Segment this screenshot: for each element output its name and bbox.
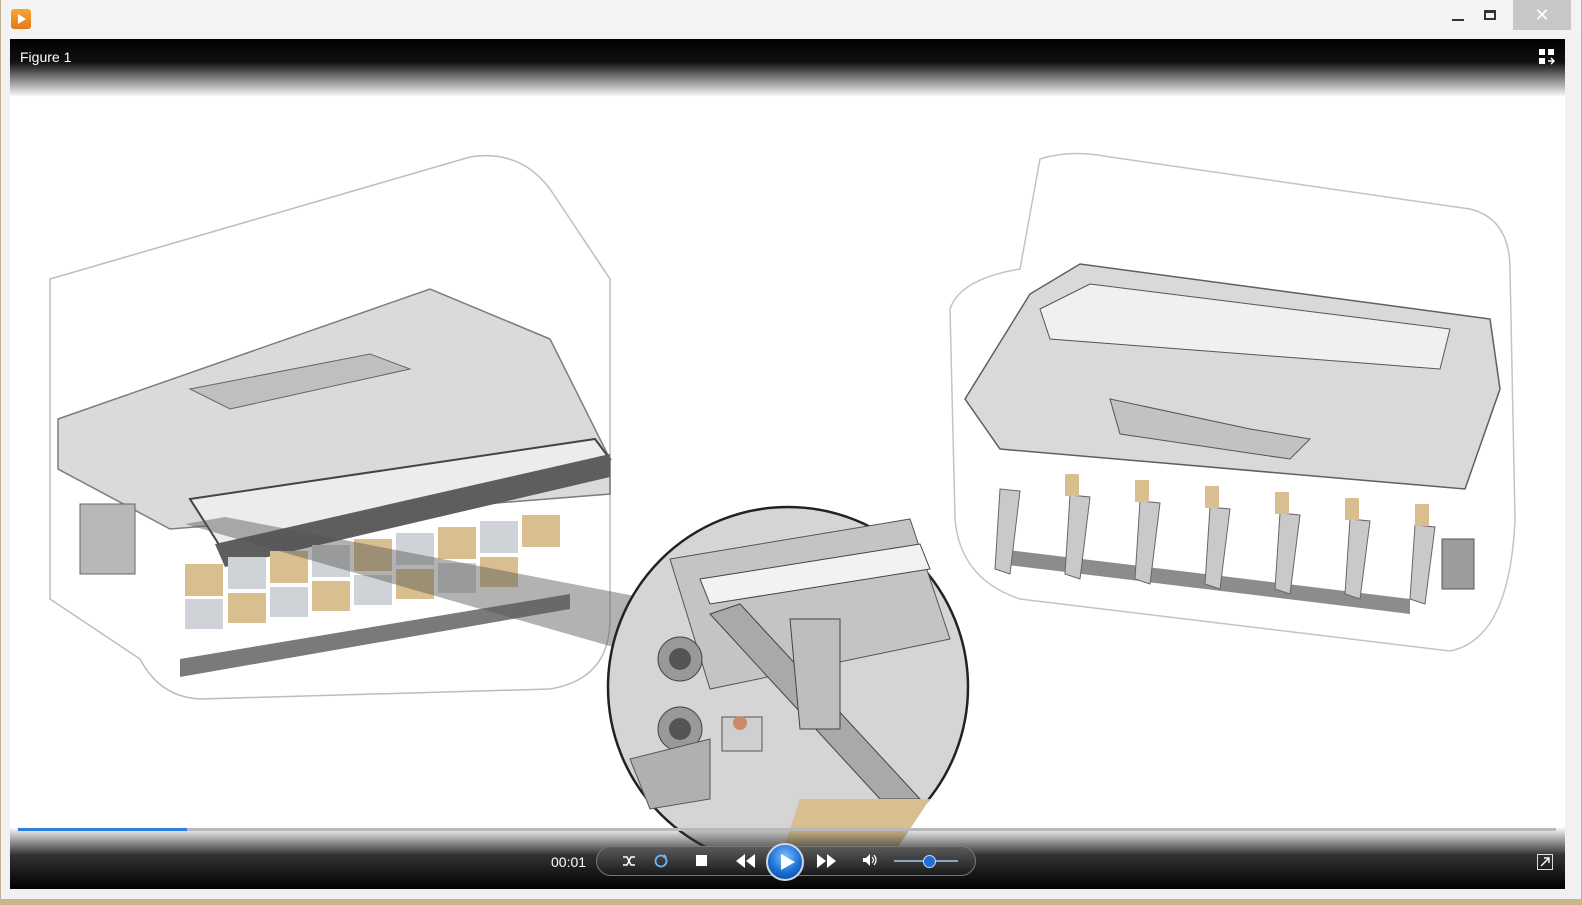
zoom-detail-circle	[606, 505, 970, 869]
maximize-icon	[1484, 9, 1496, 20]
shuffle-icon[interactable]	[622, 854, 636, 868]
seek-bar[interactable]	[18, 828, 1556, 831]
title-bar[interactable]: ✕	[1, 0, 1581, 38]
previous-icon[interactable]	[734, 854, 756, 868]
right-side-box	[1441, 538, 1475, 590]
close-icon: ✕	[1534, 5, 1550, 25]
video-area[interactable]: Figure 1 00:01	[10, 39, 1565, 889]
media-player-icon	[11, 9, 31, 29]
video-frame-illustration	[49, 152, 1516, 869]
right-top-frame	[964, 263, 1501, 490]
elapsed-time: 00:01	[551, 854, 587, 870]
maximize-button[interactable]	[1467, 0, 1513, 30]
fullscreen-icon[interactable]	[1537, 854, 1553, 870]
close-button[interactable]: ✕	[1513, 0, 1571, 30]
repeat-icon[interactable]	[653, 853, 669, 869]
video-title: Figure 1	[20, 49, 72, 65]
video-top-bar: Figure 1	[10, 39, 1565, 97]
volume-icon[interactable]	[862, 853, 878, 867]
switch-to-library-icon[interactable]	[1539, 49, 1555, 65]
minimize-icon	[1452, 18, 1464, 21]
seek-progress	[18, 828, 188, 831]
next-icon[interactable]	[816, 854, 838, 868]
left-side-box	[79, 503, 136, 575]
player-window: ✕ Figure 1 00:01	[0, 0, 1582, 899]
stop-icon[interactable]	[696, 855, 707, 866]
play-button[interactable]	[766, 843, 804, 881]
